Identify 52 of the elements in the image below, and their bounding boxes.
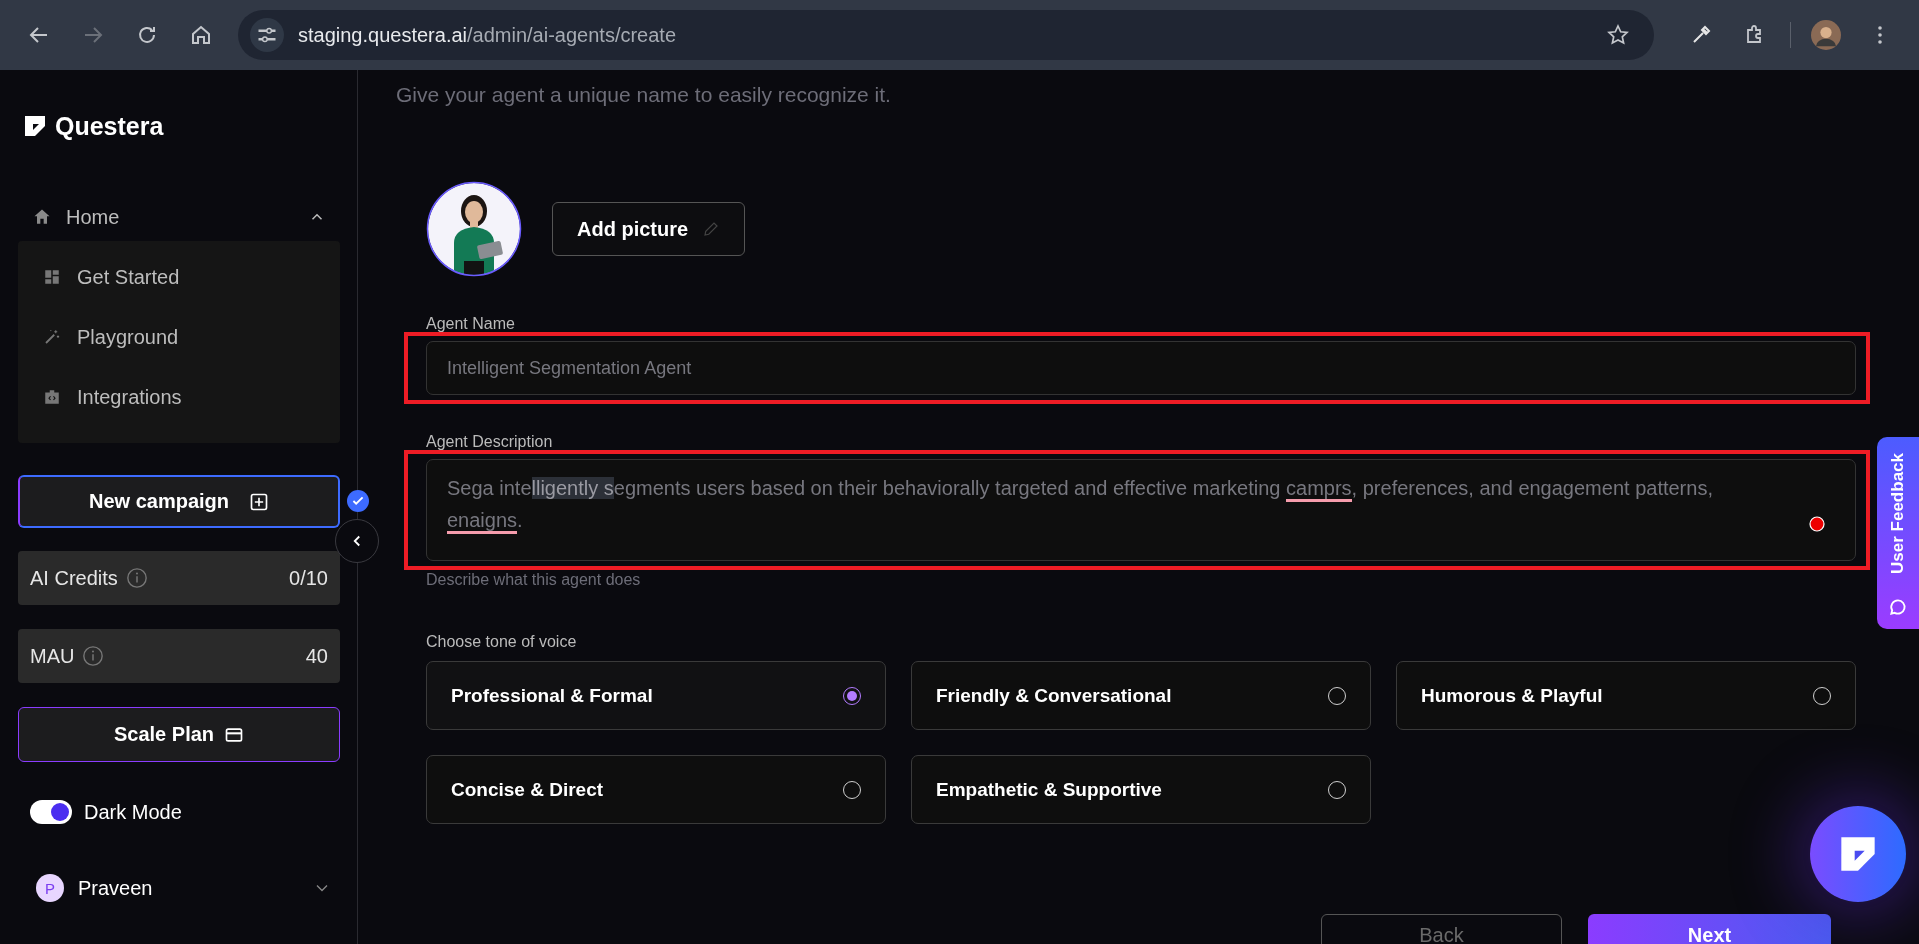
- next-button[interactable]: Next: [1588, 914, 1831, 944]
- tone-option[interactable]: Empathetic & Supportive: [911, 755, 1371, 824]
- user-menu[interactable]: P Praveen: [36, 874, 340, 902]
- brand-name: Questera: [55, 111, 164, 141]
- submenu-item[interactable]: Get Started: [18, 247, 340, 307]
- url-text: staging.questera.ai/admin/ai-agents/create: [298, 23, 678, 47]
- user-avatar: P: [36, 874, 64, 902]
- submenu-item[interactable]: Integrations: [18, 367, 340, 427]
- usage-label: MAU: [30, 644, 75, 668]
- user-name: Praveen: [78, 876, 154, 900]
- add-picture-button[interactable]: Add picture: [552, 202, 746, 256]
- helper-text: Describe what this agent does: [426, 571, 642, 589]
- site-settings-icon[interactable]: [250, 18, 284, 52]
- info-icon[interactable]: [82, 645, 105, 667]
- tone-option[interactable]: Humorous & Playful: [1396, 661, 1856, 730]
- description-text: Sega intelligently segments users based on their behaviorally targeted and effective marketing camprs, preferences, and engagement patterns, enaigns.: [447, 472, 1835, 536]
- star-icon[interactable]: [1606, 23, 1630, 47]
- info-icon[interactable]: [125, 567, 148, 589]
- home-icon: [32, 207, 52, 227]
- usage-value: 0/10: [289, 566, 328, 590]
- tone-option[interactable]: Concise & Direct: [426, 755, 886, 824]
- magic-wand-icon: [43, 328, 61, 346]
- back-button[interactable]: Back: [1321, 914, 1562, 944]
- usage-value: 40: [305, 644, 328, 668]
- tone-option[interactable]: Professional & Formal: [426, 661, 886, 730]
- new-campaign-button[interactable]: New campaign: [18, 475, 340, 528]
- usage-label: AI Credits: [30, 566, 118, 590]
- logo-icon: [23, 114, 47, 138]
- submenu-item[interactable]: Playground: [18, 307, 340, 367]
- plus-square-icon: [249, 491, 269, 512]
- logo-icon: [1838, 834, 1878, 874]
- address-bar[interactable]: staging.questera.ai/admin/ai-agents/create: [238, 10, 1654, 60]
- user-feedback-tab[interactable]: User Feedback: [1877, 437, 1919, 629]
- profile-avatar[interactable]: [1811, 20, 1841, 50]
- section-label: Choose tone of voice: [426, 633, 578, 651]
- home-nav-item[interactable]: Home: [18, 195, 340, 239]
- scale-plan-button[interactable]: Scale Plan: [18, 707, 340, 762]
- status-dot-icon: [1809, 516, 1825, 532]
- dark-mode-label: Dark Mode: [84, 800, 182, 824]
- dashboard-icon: [43, 268, 61, 286]
- agent-description-field[interactable]: Sega intelligently segments users based on their behaviorally targeted and effective marketing camprs, preferences, and engagement patterns, enaigns.: [426, 459, 1856, 561]
- field-label: Agent Description: [426, 433, 554, 451]
- home-icon[interactable]: [189, 23, 213, 47]
- tone-option[interactable]: Friendly & Conversational: [911, 661, 1371, 730]
- check-badge-icon: [347, 490, 369, 512]
- page-subtitle: Give your agent a unique name to easily recognize it.: [396, 83, 892, 107]
- agent-name-field[interactable]: Intelligent Segmentation Agent: [426, 341, 1856, 395]
- code-briefcase-icon: [43, 388, 61, 406]
- field-label: Agent Name: [426, 315, 516, 333]
- chat-bubble-icon: [1888, 597, 1908, 617]
- dark-mode-toggle[interactable]: [30, 800, 72, 824]
- collapse-sidebar-button[interactable]: [335, 519, 379, 563]
